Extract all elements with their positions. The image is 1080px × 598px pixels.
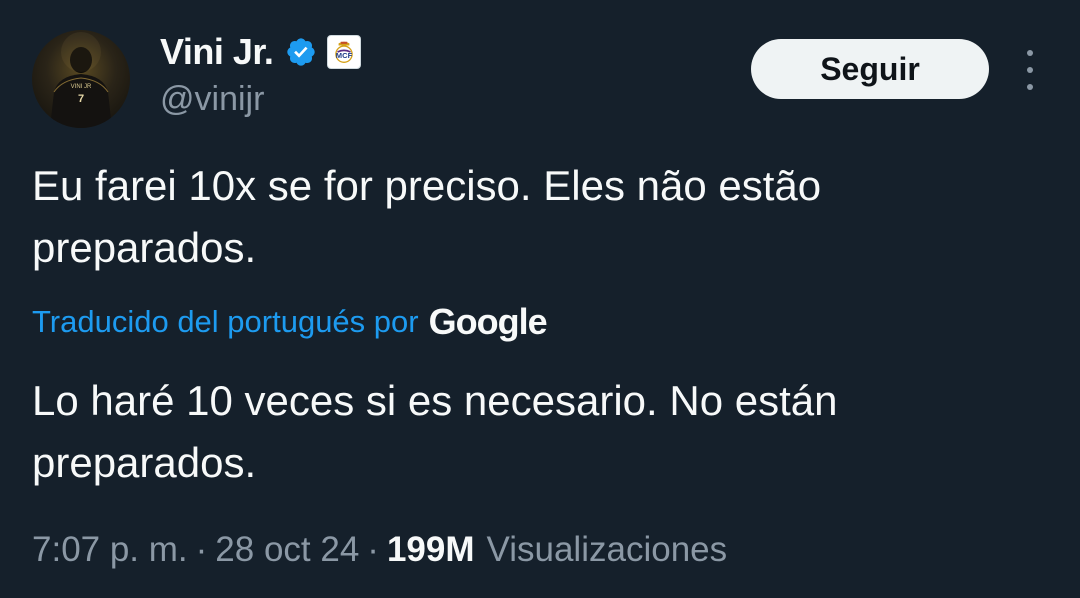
svg-text:MCF: MCF [336,51,353,60]
follow-button[interactable]: Seguir [751,39,989,99]
real-madrid-crest-icon[interactable]: MCF [327,35,362,69]
translation-attribution: Traducido del portugués por Google [32,300,548,344]
meta-separator: · [367,530,379,569]
tweet-date[interactable]: 28 oct 24 [215,530,359,570]
views-count[interactable]: 199M [387,530,475,570]
author-name-row: Vini Jr. MCF [160,30,362,74]
views-label[interactable]: Visualizaciones [487,530,728,570]
avatar-image: 7 VINI JR [50,32,112,128]
more-dot [1027,50,1033,56]
more-dot [1027,67,1033,73]
translated-from-link[interactable]: Traducido del portugués por [32,304,419,340]
tweet-original-text: Eu farei 10x se for preciso. Eles não es… [32,162,822,271]
tweet-translated-text: Lo haré 10 veces si es necesario. No est… [32,377,838,486]
more-vertical-icon[interactable] [1016,50,1044,90]
author-avatar[interactable]: 7 VINI JR [32,30,130,128]
tweet-card: 7 VINI JR Vini Jr. MCF @vinijr Seguir Eu… [0,0,1080,598]
verified-badge-icon[interactable] [285,36,317,68]
more-dot [1027,84,1033,90]
tweet-time[interactable]: 7:07 p. m. [32,530,188,570]
google-logo: Google [428,301,548,342]
meta-separator: · [195,530,208,569]
author-display-name[interactable]: Vini Jr. [160,31,274,73]
avatar-jersey-number: 7 [78,93,84,105]
author-handle[interactable]: @vinijr [160,80,264,119]
avatar-jersey-name: VINI JR [71,84,92,90]
tweet-meta: 7:07 p. m. · 28 oct 24 · 199M Visualizac… [32,530,727,570]
